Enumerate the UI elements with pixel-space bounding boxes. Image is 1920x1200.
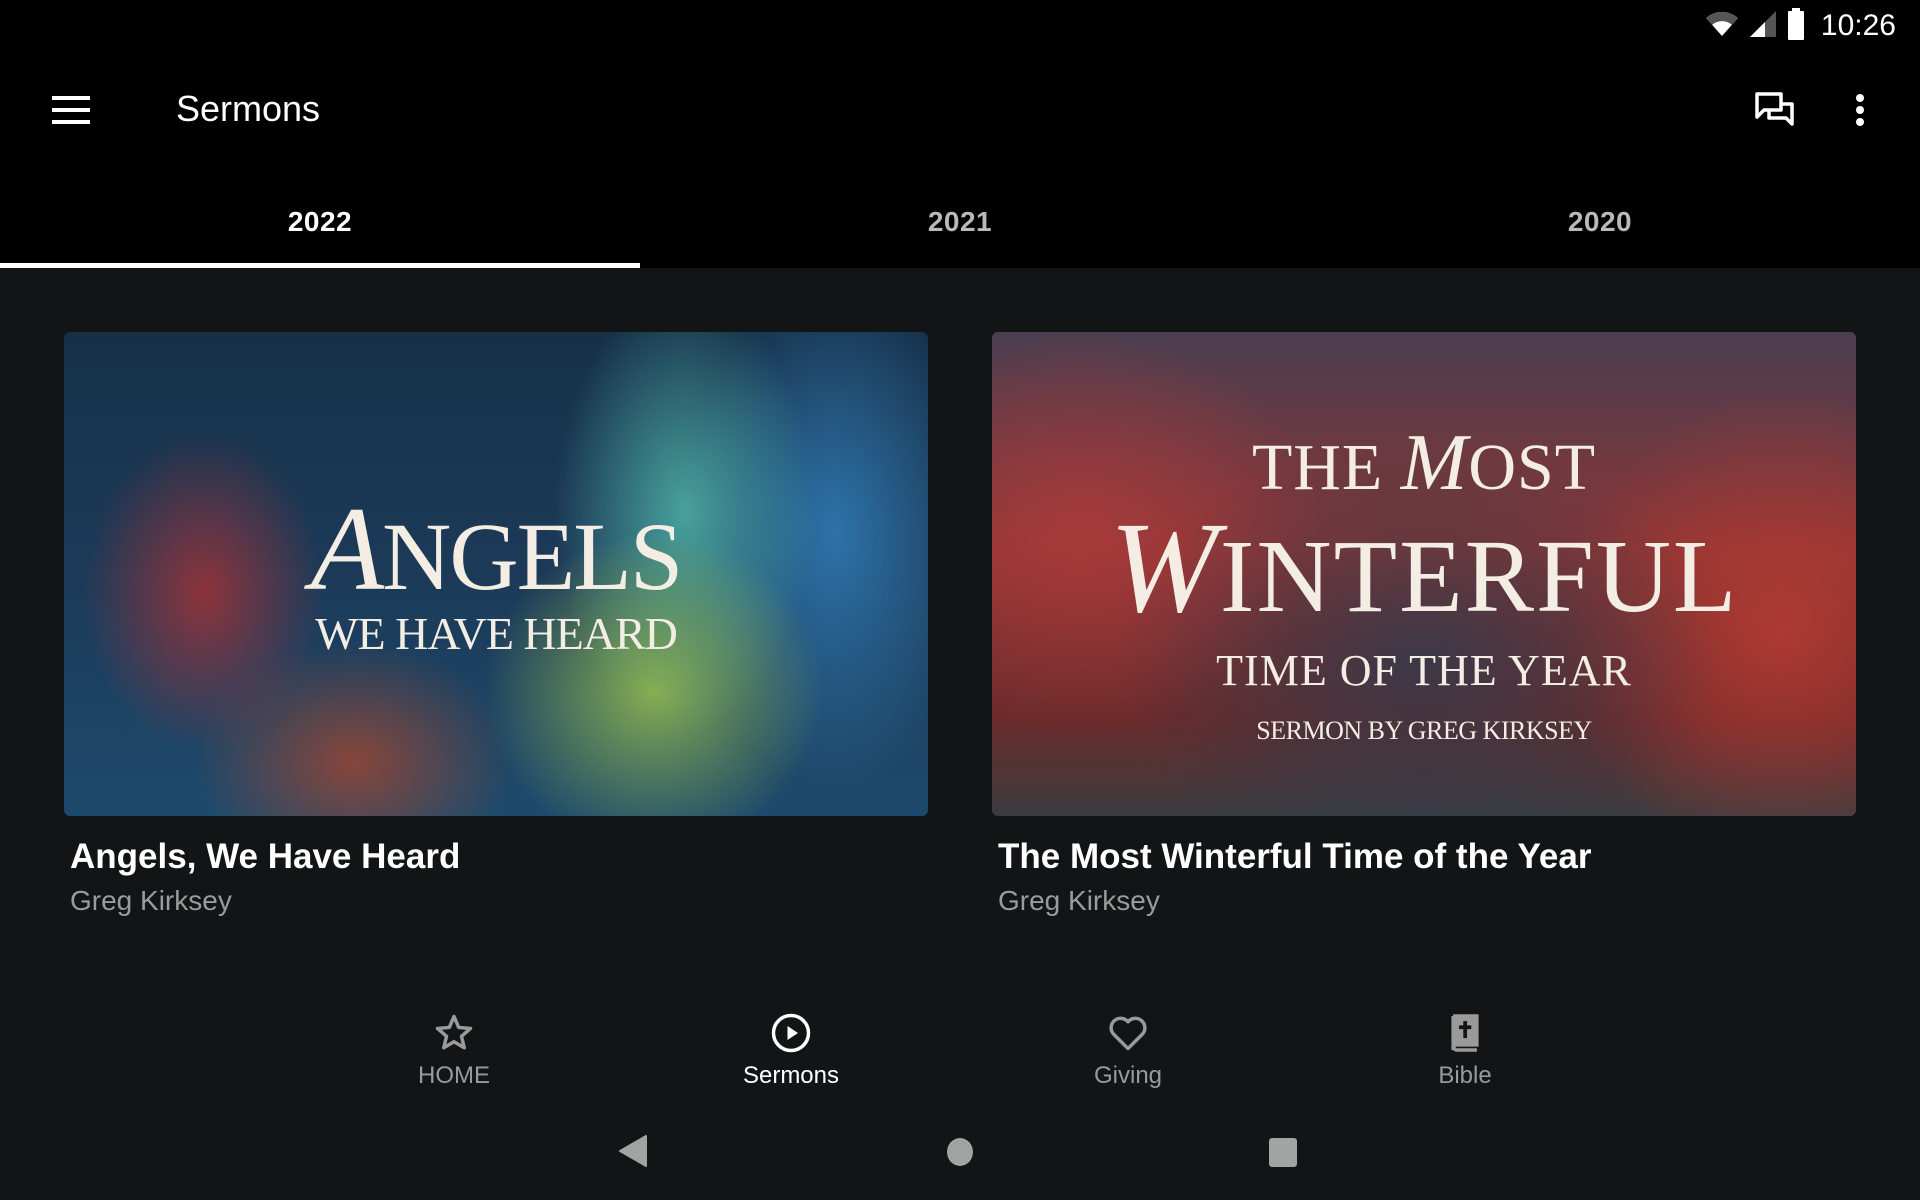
artwork-script-letter: M — [1400, 418, 1469, 507]
nav-item-bible[interactable]: Bible — [1365, 990, 1565, 1100]
home-button[interactable] — [946, 1137, 974, 1172]
tab-label: 2020 — [1567, 206, 1633, 237]
artwork-line-2: WINTERFUL — [1110, 503, 1739, 633]
bottom-navigation: HOME Sermons Giving Bible — [0, 990, 1920, 1100]
nav-label: HOME — [418, 1062, 490, 1089]
back-icon — [618, 1135, 648, 1172]
artwork-script-letter: A — [310, 481, 384, 615]
nav-label: Bible — [1438, 1062, 1492, 1089]
wifi-icon — [1705, 11, 1739, 42]
artwork-line-4: SERMON BY GREG KIRKSEY — [1256, 715, 1592, 745]
year-tabs: 2022 2021 2020 — [0, 180, 1920, 268]
tab-2022[interactable]: 2022 — [0, 180, 640, 268]
artwork-text: THE MOST WINTERFUL TIME OF THE YEAR SERM… — [992, 332, 1856, 816]
status-bar: 10:26 — [1705, 7, 1896, 45]
heart-icon — [1107, 1010, 1149, 1056]
sermon-artwork: ANGELS WE HAVE HEARD — [64, 332, 928, 816]
artwork-line-3: TIME OF THE YEAR — [1216, 645, 1632, 695]
recents-button[interactable] — [1268, 1137, 1298, 1172]
status-time: 10:26 — [1820, 9, 1896, 42]
star-icon — [433, 1010, 475, 1056]
artwork-text: ANGELS WE HAVE HEARD — [64, 332, 928, 816]
hamburger-menu-icon — [52, 95, 92, 130]
top-app-bar: 10:26 Sermons 2022 2021 2020 — [0, 0, 1920, 268]
sermon-title: The Most Winterful Time of the Year — [998, 837, 1592, 876]
nav-item-giving[interactable]: Giving — [1028, 990, 1228, 1100]
hamburger-menu-button[interactable] — [44, 88, 100, 136]
artwork-line-1: THE MOST — [1252, 423, 1596, 503]
sermon-title: Angels, We Have Heard — [70, 837, 461, 876]
cell-signal-icon — [1749, 10, 1777, 43]
nav-item-sermons[interactable]: Sermons — [691, 990, 891, 1100]
sermon-card[interactable]: ANGELS WE HAVE HEARD Angels, We Have Hea… — [64, 332, 928, 916]
artwork-text-part: THE — [1251, 430, 1401, 504]
recents-icon — [1268, 1138, 1298, 1171]
system-navigation-bar — [0, 1110, 1920, 1200]
play-circle-icon — [770, 1010, 812, 1056]
chat-icon — [1754, 91, 1796, 136]
artwork-script-letter: W — [1109, 495, 1220, 640]
tab-label: 2022 — [287, 206, 353, 237]
back-button[interactable] — [618, 1134, 648, 1173]
artwork-title-rest: NGELS — [381, 502, 683, 610]
tab-2021[interactable]: 2021 — [640, 180, 1280, 268]
chat-button[interactable] — [1750, 88, 1800, 138]
more-vert-icon — [1855, 93, 1865, 133]
nav-item-home[interactable]: HOME — [354, 990, 554, 1100]
battery-icon — [1787, 7, 1805, 45]
nav-label: Sermons — [742, 1062, 840, 1089]
artwork-subtitle: WE HAVE HEARD — [315, 607, 678, 659]
page-title: Sermons — [176, 88, 321, 129]
more-options-button[interactable] — [1838, 88, 1882, 138]
tab-2020[interactable]: 2020 — [1280, 180, 1920, 268]
artwork-title: ANGELS — [311, 488, 684, 610]
artwork-text-part: OST — [1468, 430, 1597, 504]
sermon-artwork: THE MOST WINTERFUL TIME OF THE YEAR SERM… — [992, 332, 1856, 816]
tab-indicator — [0, 263, 640, 268]
home-icon — [946, 1138, 974, 1171]
sermon-card[interactable]: THE MOST WINTERFUL TIME OF THE YEAR SERM… — [992, 332, 1856, 916]
sermon-speaker: Greg Kirksey — [998, 885, 1160, 916]
sermon-speaker: Greg Kirksey — [70, 885, 232, 916]
artwork-text-part: INTERFUL — [1219, 518, 1739, 634]
bible-icon — [1448, 1010, 1482, 1056]
nav-label: Giving — [1093, 1062, 1163, 1089]
tab-label: 2021 — [927, 206, 993, 237]
